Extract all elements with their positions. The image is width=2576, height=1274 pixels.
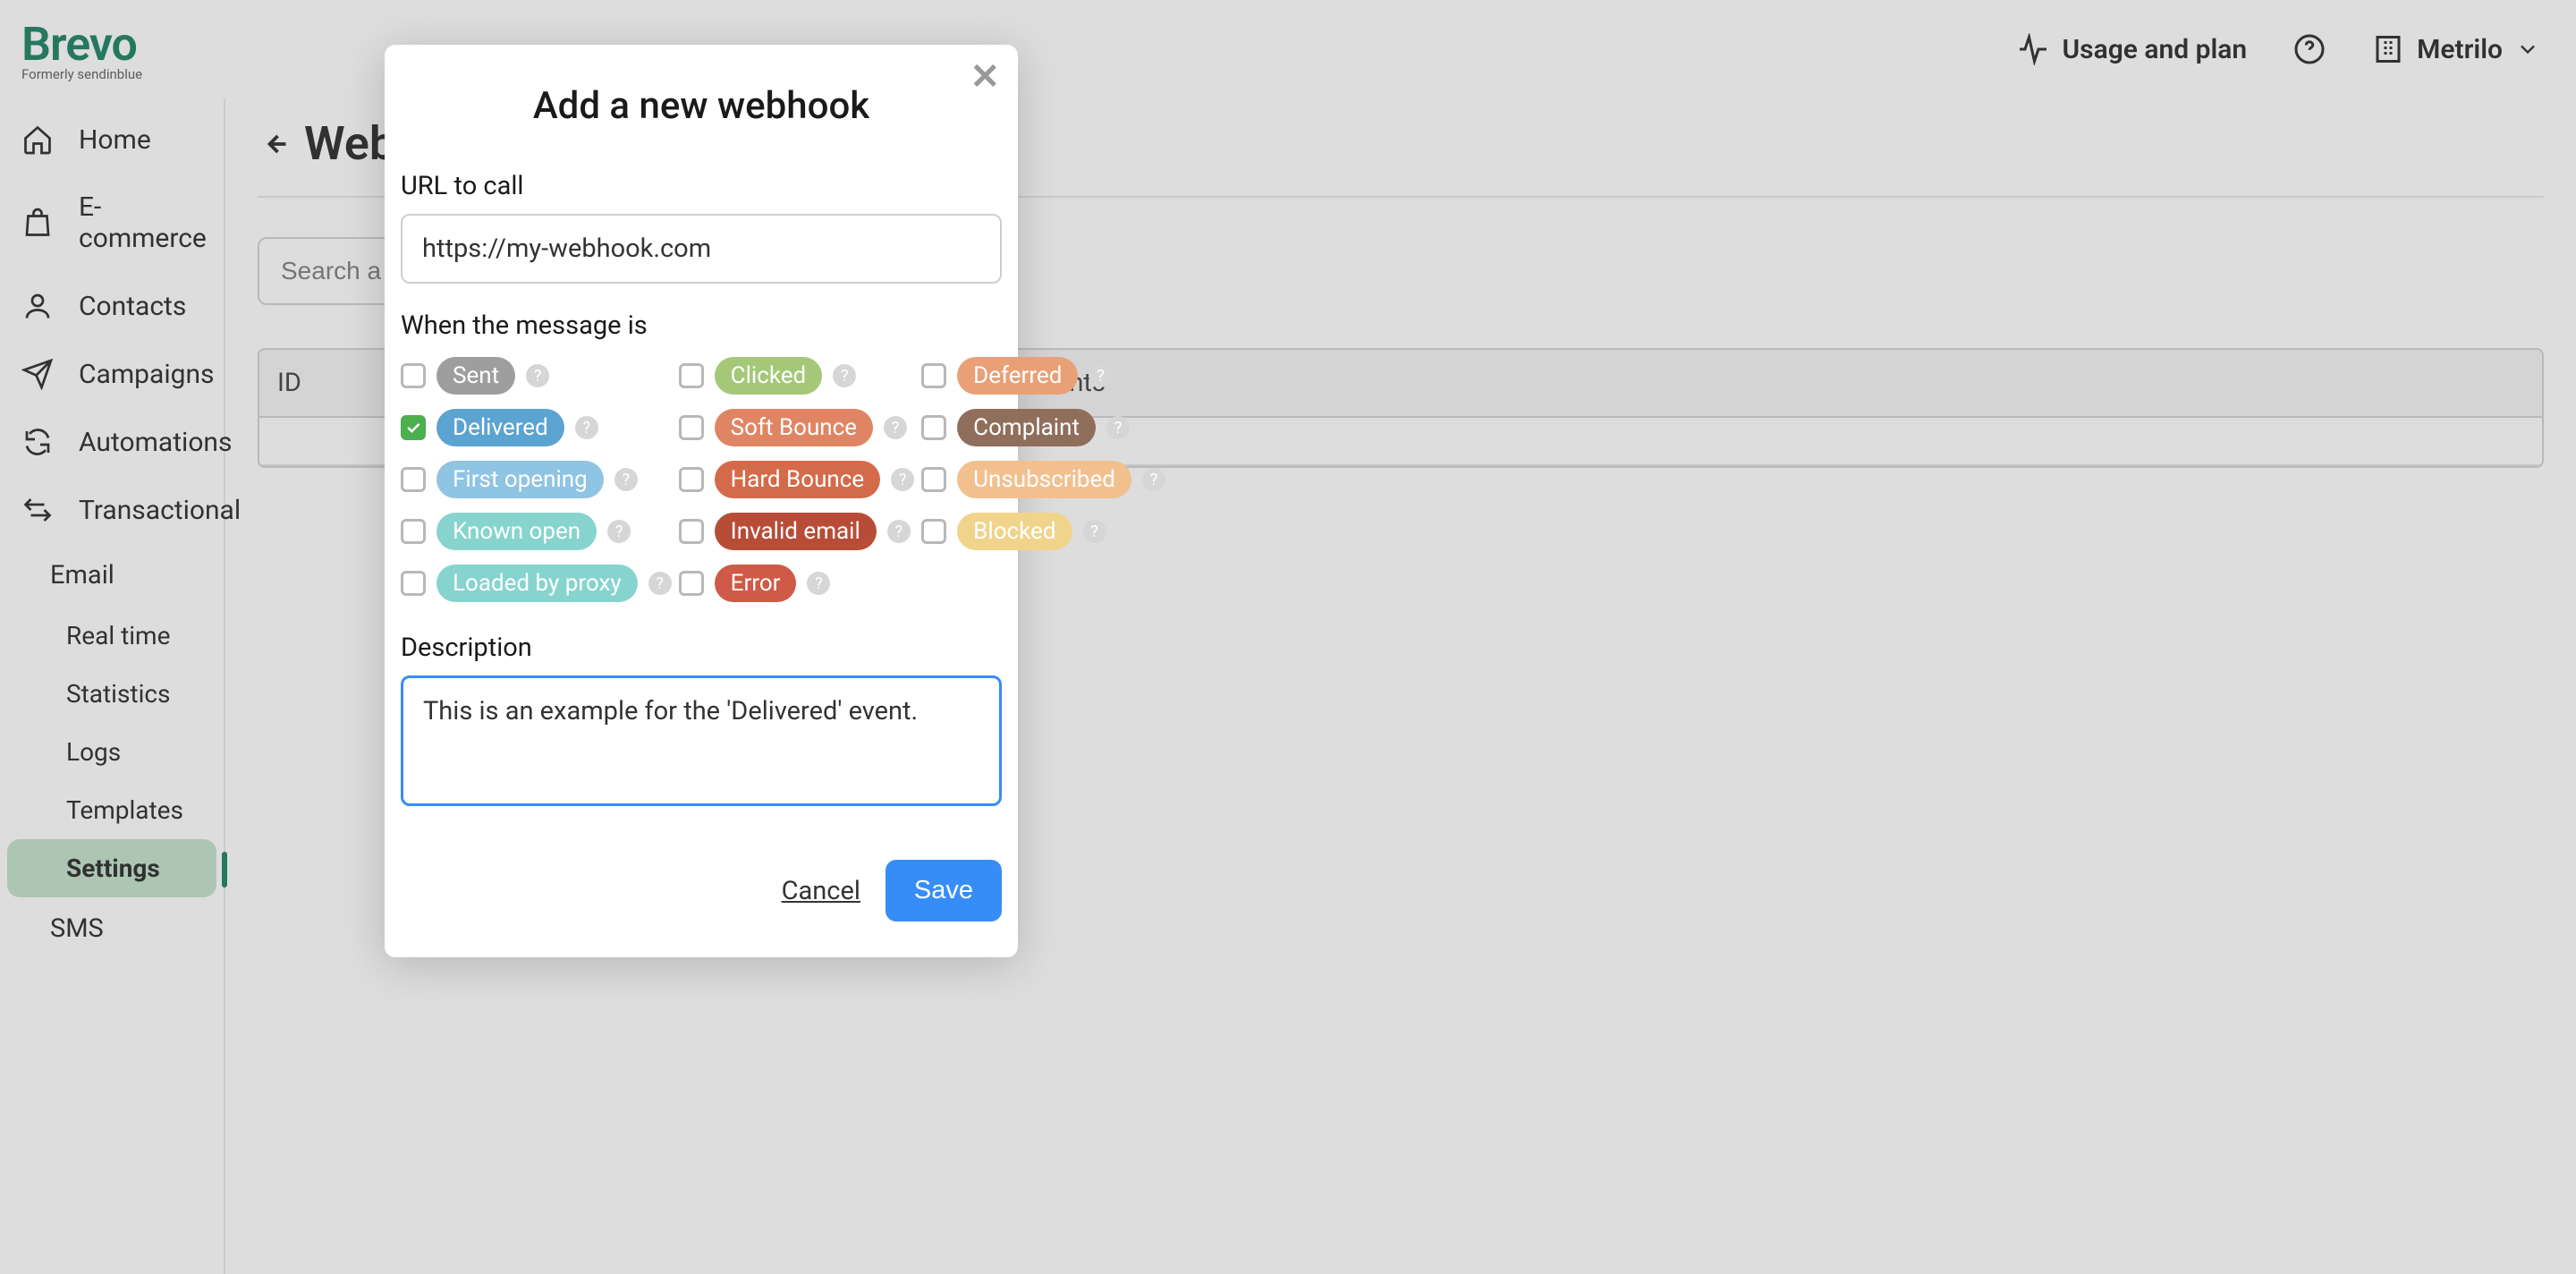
modal-overlay: ✕ Add a new webhook URL to call When the… xyxy=(0,0,2576,1274)
help-icon[interactable]: ? xyxy=(1083,520,1106,543)
events-grid: Sent ? Clicked ? Deferred ? Delivered ? xyxy=(401,357,1002,602)
event-sent: Sent ? xyxy=(401,357,672,395)
pill-sent: Sent xyxy=(436,357,515,395)
checkbox-sent[interactable] xyxy=(401,363,426,388)
help-icon[interactable]: ? xyxy=(575,416,598,439)
help-icon[interactable]: ? xyxy=(1142,468,1165,491)
event-unsub: Unsubscribed ? xyxy=(921,461,1165,498)
checkbox-blocked[interactable] xyxy=(921,519,946,544)
pill-softbounce: Soft Bounce xyxy=(715,409,873,446)
checkbox-knownopen[interactable] xyxy=(401,519,426,544)
event-knownopen: Known open ? xyxy=(401,513,672,550)
checkbox-softbounce[interactable] xyxy=(679,415,704,440)
description-label: Description xyxy=(401,633,1002,663)
help-icon[interactable]: ? xyxy=(526,364,549,387)
checkbox-delivered[interactable] xyxy=(401,415,426,440)
help-icon[interactable]: ? xyxy=(891,468,914,491)
cancel-button[interactable]: Cancel xyxy=(782,876,860,906)
event-delivered: Delivered ? xyxy=(401,409,672,446)
save-button[interactable]: Save xyxy=(886,860,1002,922)
help-icon[interactable]: ? xyxy=(607,520,631,543)
checkbox-error[interactable] xyxy=(679,571,704,596)
checkbox-clicked[interactable] xyxy=(679,363,704,388)
help-icon[interactable]: ? xyxy=(887,520,911,543)
checkbox-invalid[interactable] xyxy=(679,519,704,544)
close-icon[interactable]: ✕ xyxy=(970,59,1000,95)
checkbox-firstopen[interactable] xyxy=(401,467,426,492)
event-softbounce: Soft Bounce ? xyxy=(679,409,915,446)
checkbox-deferred[interactable] xyxy=(921,363,946,388)
pill-knownopen: Known open xyxy=(436,513,597,550)
url-label: URL to call xyxy=(401,171,1002,201)
event-firstopen: First opening ? xyxy=(401,461,672,498)
pill-hardbounce: Hard Bounce xyxy=(715,461,881,498)
pill-blocked: Blocked xyxy=(957,513,1072,550)
event-complaint: Complaint ? xyxy=(921,409,1165,446)
event-invalid: Invalid email ? xyxy=(679,513,915,550)
pill-proxy: Loaded by proxy xyxy=(436,565,638,602)
help-icon[interactable]: ? xyxy=(614,468,638,491)
event-blocked: Blocked ? xyxy=(921,513,1165,550)
help-icon[interactable]: ? xyxy=(833,364,856,387)
checkbox-hardbounce[interactable] xyxy=(679,467,704,492)
event-proxy: Loaded by proxy ? xyxy=(401,565,672,602)
event-error: Error ? xyxy=(679,565,915,602)
pill-invalid: Invalid email xyxy=(715,513,877,550)
help-icon[interactable]: ? xyxy=(807,572,830,595)
help-icon[interactable]: ? xyxy=(648,572,672,595)
pill-deferred: Deferred xyxy=(957,357,1078,395)
pill-error: Error xyxy=(715,565,797,602)
checkbox-complaint[interactable] xyxy=(921,415,946,440)
checkbox-unsub[interactable] xyxy=(921,467,946,492)
url-input[interactable] xyxy=(401,214,1002,284)
checkbox-proxy[interactable] xyxy=(401,571,426,596)
modal-title: Add a new webhook xyxy=(385,45,1018,171)
event-deferred: Deferred ? xyxy=(921,357,1165,395)
add-webhook-modal: ✕ Add a new webhook URL to call When the… xyxy=(385,45,1018,957)
pill-firstopen: First opening xyxy=(436,461,604,498)
pill-delivered: Delivered xyxy=(436,409,564,446)
help-icon[interactable]: ? xyxy=(1089,364,1112,387)
events-label: When the message is xyxy=(401,310,1002,341)
pill-unsub: Unsubscribed xyxy=(957,461,1131,498)
help-icon[interactable]: ? xyxy=(884,416,907,439)
pill-complaint: Complaint xyxy=(957,409,1096,446)
description-input[interactable] xyxy=(401,675,1002,806)
help-icon[interactable]: ? xyxy=(1106,416,1130,439)
pill-clicked: Clicked xyxy=(715,357,823,395)
event-clicked: Clicked ? xyxy=(679,357,915,395)
event-hardbounce: Hard Bounce ? xyxy=(679,461,915,498)
